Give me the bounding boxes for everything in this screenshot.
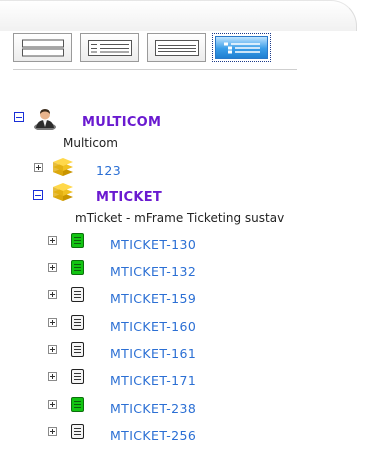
panel-header-background (0, 0, 357, 31)
toolbar-divider (13, 69, 297, 70)
tree-view-button[interactable] (212, 33, 271, 62)
user-icon (34, 109, 56, 130)
ticket-link[interactable]: MTICKET-161 (110, 346, 196, 361)
ticket-link[interactable]: MTICKET-256 (110, 428, 196, 443)
tree-view-icon (223, 42, 260, 53)
ticket-link[interactable]: MTICKET-238 (110, 401, 196, 416)
expand-toggle[interactable] (48, 290, 57, 299)
folder-stack-icon (53, 158, 73, 176)
expand-toggle[interactable] (48, 318, 57, 327)
document-icon (71, 424, 84, 439)
collapse-toggle[interactable] (33, 190, 43, 200)
project-item-123[interactable]: 123 (96, 163, 121, 178)
green-document-icon (71, 233, 84, 248)
ticket-link[interactable]: MTICKET-171 (110, 373, 196, 388)
green-document-icon (71, 397, 84, 412)
ticket-link[interactable]: MTICKET-159 (110, 291, 196, 306)
document-icon (71, 315, 84, 330)
list-view-button[interactable] (80, 33, 139, 62)
expand-toggle[interactable] (48, 236, 57, 245)
root-project-title[interactable]: MULTICOM (82, 115, 161, 130)
expand-toggle[interactable] (48, 263, 57, 272)
expand-toggle[interactable] (48, 427, 57, 436)
collapse-toggle[interactable] (14, 112, 24, 122)
ticket-link[interactable]: MTICKET-160 (110, 319, 196, 334)
ticket-link[interactable]: MTICKET-130 (110, 237, 196, 252)
expand-toggle[interactable] (48, 372, 57, 381)
two-rows-view-icon (21, 39, 64, 56)
document-icon (71, 342, 84, 357)
root-project-description: Multicom (63, 136, 118, 150)
two-rows-view-button[interactable] (13, 33, 72, 62)
list-view-icon (87, 39, 132, 56)
expand-toggle[interactable] (48, 400, 57, 409)
compact-list-view-button[interactable] (147, 33, 206, 62)
green-document-icon (71, 260, 84, 275)
expand-toggle[interactable] (34, 163, 43, 172)
project-description: mTicket - mFrame Ticketing sustav (75, 211, 285, 225)
project-item-mticket[interactable]: MTICKET (96, 190, 162, 205)
folder-stack-icon (53, 183, 73, 201)
view-toolbar-panel (0, 0, 357, 90)
document-icon (71, 287, 84, 302)
ticket-link[interactable]: MTICKET-132 (110, 264, 196, 279)
tree-view-button-face (215, 36, 268, 59)
document-icon (71, 369, 84, 384)
compact-list-view-icon (154, 39, 199, 56)
expand-toggle[interactable] (48, 345, 57, 354)
